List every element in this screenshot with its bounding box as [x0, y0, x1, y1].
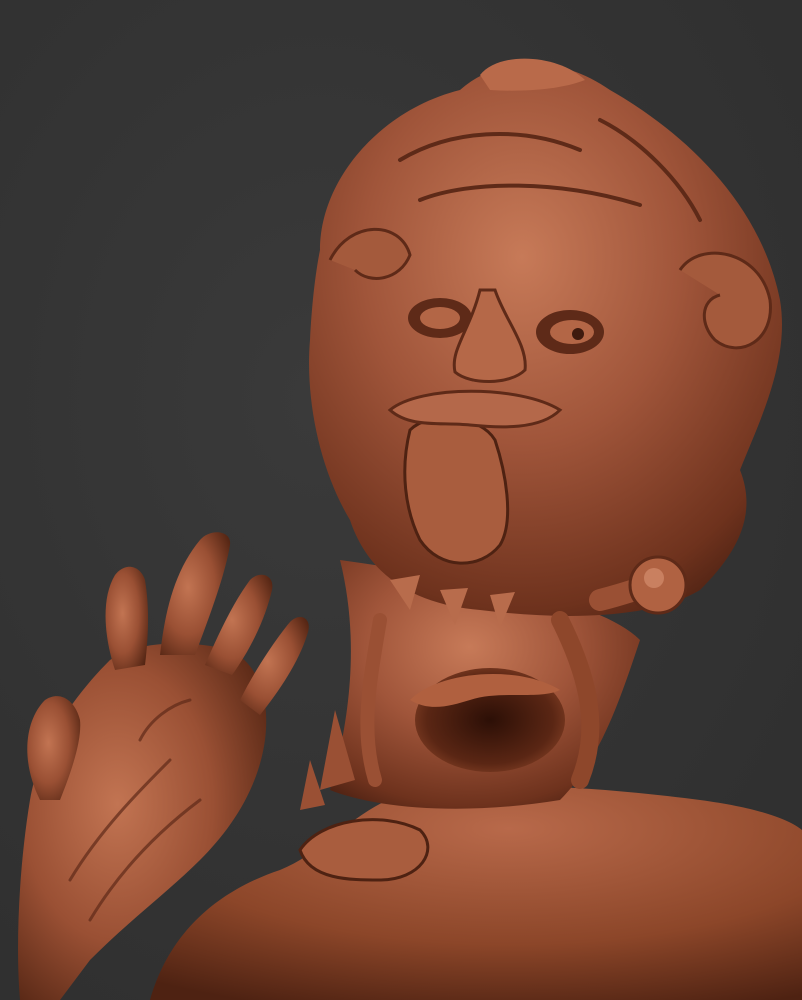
- clay-sculpture-render: [18, 58, 802, 1000]
- right-pupil: [572, 328, 584, 340]
- torso-shape: [150, 785, 802, 1000]
- tongue-snout: [403, 416, 510, 565]
- left-eye: [420, 307, 460, 329]
- viewport-canvas: [0, 0, 802, 1000]
- right-eye: [550, 320, 594, 344]
- stalk-iris: [644, 568, 664, 588]
- collar-lip: [298, 818, 430, 882]
- finger-index: [105, 566, 149, 670]
